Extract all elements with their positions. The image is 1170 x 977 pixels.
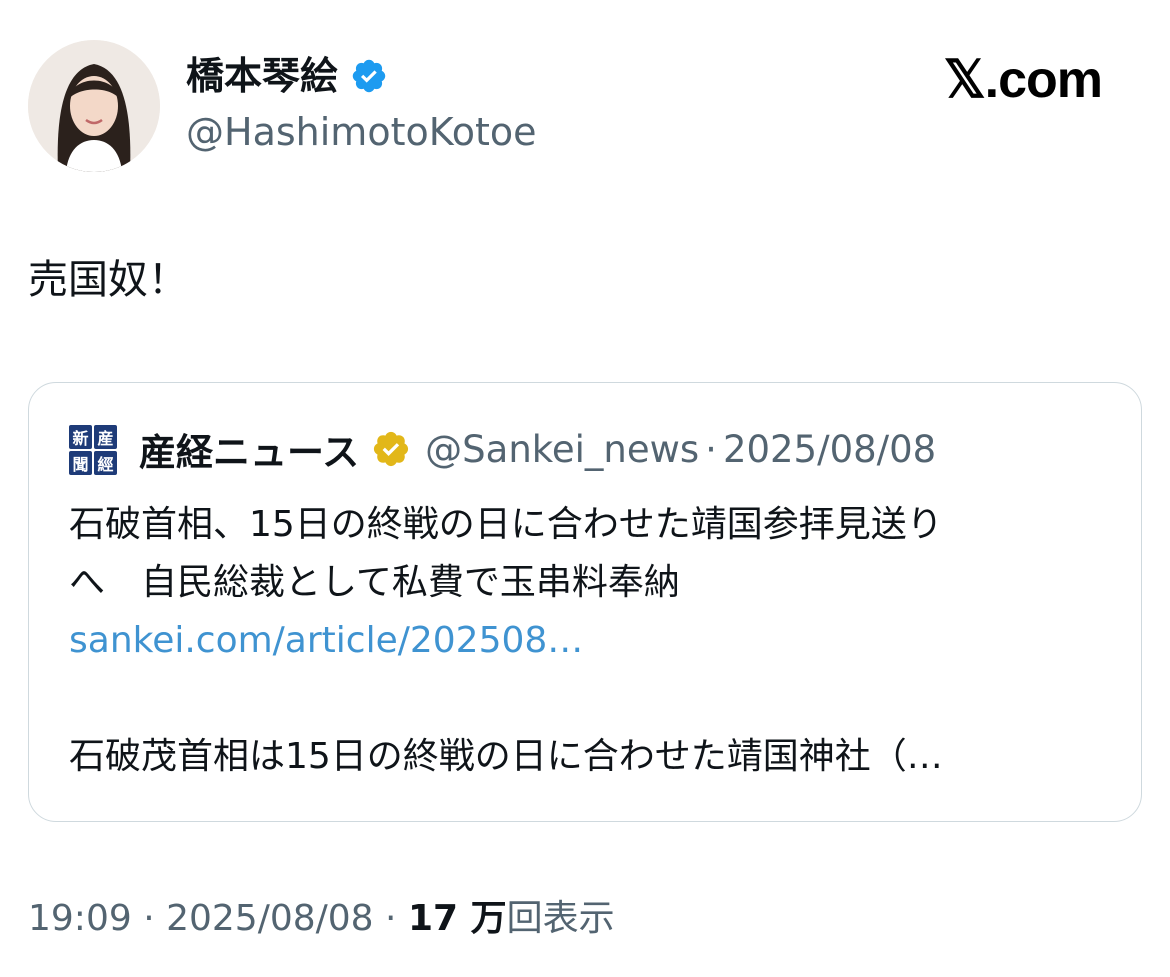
logo-glyph: 聞	[69, 451, 92, 475]
quoted-account-handle[interactable]: @Sankei_news	[425, 428, 699, 471]
views-count: 17 万	[407, 898, 507, 939]
tweet-time[interactable]: 19:09	[28, 898, 132, 939]
author-display-name[interactable]: 橋本琴絵	[186, 52, 388, 100]
meta-separator: ·	[373, 898, 408, 939]
author-name-text: 橋本琴絵	[186, 54, 339, 98]
views-label: 回表示	[506, 898, 615, 939]
tweet-meta: 19:09 · 2025/08/08 · 17 万回表示	[28, 894, 615, 944]
quoted-tweet-header: 新 産 聞 經 産経ニュース @Sankei_news · 2025/08/08	[69, 423, 936, 475]
author-handle[interactable]: @HashimotoKotoe	[186, 108, 537, 156]
avatar-image	[28, 40, 160, 172]
x-logo: 𝕏.com	[943, 51, 1103, 109]
quoted-account-name[interactable]: 産経ニュース	[139, 422, 359, 476]
logo-glyph: 新	[69, 425, 92, 449]
sankei-logo-icon: 新 産 聞 經	[69, 425, 117, 475]
logo-glyph: 經	[94, 451, 117, 475]
quoted-summary: 石破茂首相は15日の終戦の日に合わせた靖国神社（…	[69, 736, 943, 777]
logo-glyph: 産	[94, 425, 117, 449]
tweet-page: 橋本琴絵 @HashimotoKotoe 𝕏.com 売国奴！ 新 産 聞 經 …	[0, 0, 1170, 977]
quoted-headline-line-1: 石破首相、15日の終戦の日に合わせた靖国参拝見送り	[69, 504, 943, 545]
article-link[interactable]: sankei.com/article/202508…	[69, 617, 583, 665]
verified-check-icon	[352, 59, 386, 93]
quoted-headline-line-2: へ 自民総裁として私費で玉串料奉納	[69, 562, 680, 603]
separator-dot: ·	[705, 427, 717, 471]
quoted-tweet-card[interactable]: 新 産 聞 經 産経ニュース @Sankei_news · 2025/08/08…	[28, 382, 1142, 822]
meta-separator: ·	[131, 898, 167, 939]
tweet-text: 売国奴！	[28, 257, 188, 303]
quoted-tweet-date[interactable]: 2025/08/08	[723, 428, 936, 471]
avatar[interactable]	[28, 40, 160, 172]
tweet-date[interactable]: 2025/08/08	[166, 898, 374, 939]
gold-verified-check-icon	[374, 431, 409, 467]
